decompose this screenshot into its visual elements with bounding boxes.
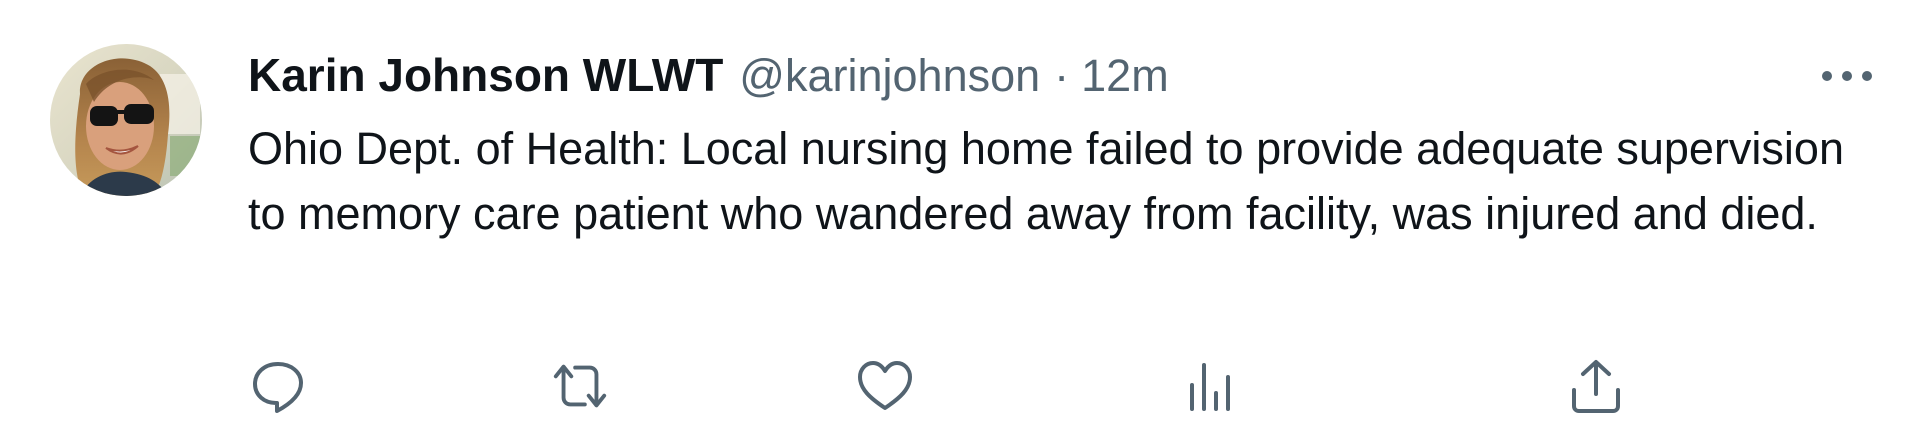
tweet-timestamp[interactable]: 12m <box>1081 50 1169 102</box>
author-handle[interactable]: @karinjohnson <box>739 50 1040 102</box>
more-options-button[interactable] <box>1818 56 1876 96</box>
tweet-card: Karin Johnson WLWT @karinjohnson · 12m O… <box>0 0 1920 442</box>
tweet-text: Ohio Dept. of Health: Local nursing home… <box>248 123 1844 239</box>
share-button[interactable] <box>1566 356 1626 416</box>
header-separator: · <box>1054 50 1070 101</box>
retweet-button[interactable] <box>550 356 610 416</box>
tweet-header: Karin Johnson WLWT @karinjohnson · 12m <box>248 48 1169 108</box>
analytics-button[interactable] <box>1180 356 1240 416</box>
author-display-name[interactable]: Karin Johnson WLWT <box>248 48 723 102</box>
speech-bubble-icon <box>253 362 303 413</box>
bar-chart-icon <box>1190 363 1230 411</box>
like-button[interactable] <box>855 356 915 416</box>
retweet-icon <box>553 364 607 408</box>
avatar-image <box>50 44 202 196</box>
reply-button[interactable] <box>248 356 308 416</box>
heart-icon <box>858 361 912 410</box>
more-dots-icon <box>1822 71 1872 81</box>
share-upload-icon <box>1572 360 1620 413</box>
tweet-actions-bar <box>0 350 1920 420</box>
avatar[interactable] <box>50 44 202 196</box>
